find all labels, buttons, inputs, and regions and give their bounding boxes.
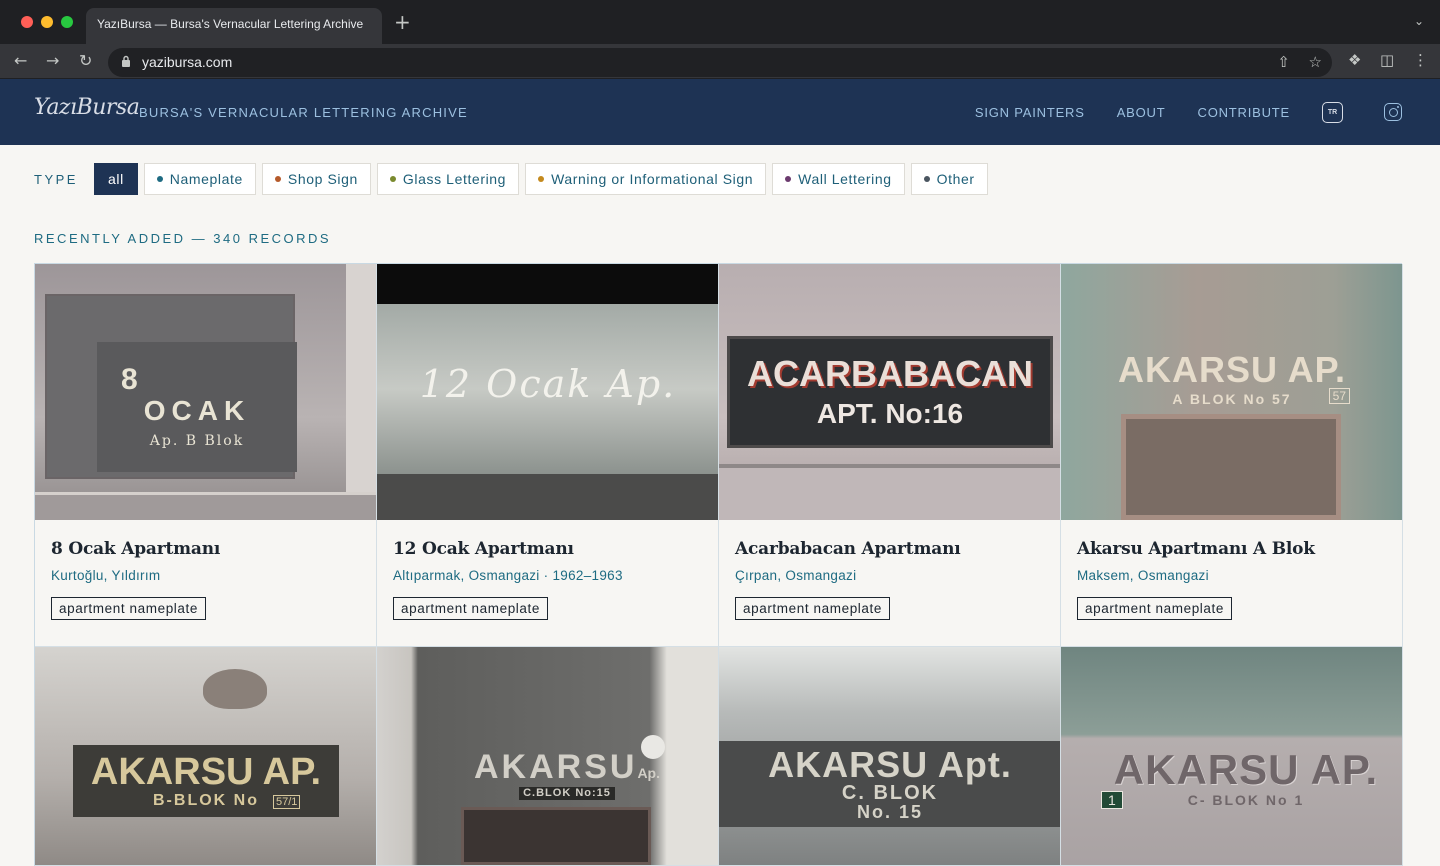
language-toggle-button[interactable]: TR xyxy=(1322,101,1343,123)
warning-sign-dot-icon xyxy=(538,176,545,182)
type-filter-bar: TYPE all Nameplate Shop Sign Glass Lette… xyxy=(34,163,994,195)
filter-chip-shop-sign[interactable]: Shop Sign xyxy=(261,163,371,195)
browser-menu-icon[interactable]: ⋮ xyxy=(1413,51,1428,69)
site-nav: SIGN PAINTERS ABOUT CONTRIBUTE TR xyxy=(975,79,1440,145)
record-title[interactable]: Acarbabacan Apartmanı xyxy=(735,539,1044,559)
site-logo[interactable]: YazıBursa xyxy=(34,95,140,120)
wall-lettering-dot-icon xyxy=(785,176,792,182)
filter-chip-warning-sign[interactable]: Warning or Informational Sign xyxy=(525,163,767,195)
filter-chip-label: Nameplate xyxy=(169,171,243,187)
nameplate-dot-icon xyxy=(156,176,163,182)
extensions-puzzle-icon[interactable]: ❖ xyxy=(1348,51,1361,69)
record-location: Çırpan, Osmangazi xyxy=(735,568,857,583)
record-photo[interactable]: 12 Ocak Ap. xyxy=(377,264,718,520)
instagram-icon[interactable] xyxy=(1384,103,1402,121)
sign-text: ACARBABACAN APT. No:16 xyxy=(727,336,1053,448)
record-photo[interactable]: 8 OCAK Ap. B Blok xyxy=(35,264,376,520)
door-number: 1 xyxy=(1101,791,1123,809)
forward-arrow-icon[interactable]: → xyxy=(46,51,59,70)
record-card[interactable]: 8 OCAK Ap. B Blok 8 Ocak Apartmanı Kurto… xyxy=(35,264,377,647)
record-title[interactable]: 8 Ocak Apartmanı xyxy=(51,539,360,559)
nav-contribute[interactable]: CONTRIBUTE xyxy=(1198,105,1291,120)
glass-lettering-dot-icon xyxy=(389,176,396,182)
filter-chip-nameplate[interactable]: Nameplate xyxy=(143,163,256,195)
close-window-button[interactable] xyxy=(21,16,33,28)
record-card[interactable]: ACARBABACAN APT. No:16 Acarbabacan Apart… xyxy=(719,264,1061,647)
records-grid: 8 OCAK Ap. B Blok 8 Ocak Apartmanı Kurto… xyxy=(34,263,1403,866)
sign-text: 8 OCAK Ap. B Blok xyxy=(97,342,297,472)
url-text: yazibursa.com xyxy=(142,54,233,70)
filter-chip-label: Glass Lettering xyxy=(402,171,507,187)
record-tag[interactable]: apartment nameplate xyxy=(51,597,206,620)
recently-added-heading: RECENTLY ADDED — 340 RECORDS xyxy=(34,231,332,246)
record-location: Altıparmak, Osmangazi · 1962–1963 xyxy=(393,568,623,583)
filter-chip-other[interactable]: Other xyxy=(910,163,988,195)
nav-sign-painters[interactable]: SIGN PAINTERS xyxy=(975,105,1085,120)
record-tag[interactable]: apartment nameplate xyxy=(735,597,890,620)
record-photo[interactable]: AKARSU Apt. C. BLOK No. 15 xyxy=(719,647,1060,865)
type-filter-label: TYPE xyxy=(34,171,78,187)
window-controls xyxy=(21,16,73,28)
back-arrow-icon[interactable]: ← xyxy=(14,51,27,70)
filter-chip-label: Wall Lettering xyxy=(798,171,892,187)
record-card[interactable]: 12 Ocak Ap. 12 Ocak Apartmanı Altıparmak… xyxy=(377,264,719,647)
bookmark-star-icon[interactable]: ☆ xyxy=(1309,53,1322,71)
record-photo[interactable]: AKARSU AP. C- BLOK No 1 1 xyxy=(1061,647,1402,865)
record-location: Maksem, Osmangazi xyxy=(1077,568,1209,583)
record-photo[interactable]: AKARSU AP. B-BLOK No 57/1 xyxy=(35,647,376,865)
filter-chip-glass-lettering[interactable]: Glass Lettering xyxy=(376,163,520,195)
record-title[interactable]: 12 Ocak Apartmanı xyxy=(393,539,702,559)
nav-about[interactable]: ABOUT xyxy=(1117,105,1166,120)
record-card[interactable]: AKARSU AP. B-BLOK No 57/1 xyxy=(35,647,377,866)
lock-icon xyxy=(122,55,130,67)
door-number: 57/1 xyxy=(273,795,301,809)
site-header: YazıBursa BURSA'S VERNACULAR LETTERING A… xyxy=(0,79,1440,145)
side-panel-icon[interactable]: ◫ xyxy=(1380,51,1394,69)
sign-text: AKARSU AP. C- BLOK No 1 xyxy=(1113,746,1379,808)
record-card[interactable]: AKARSU Apt. C. BLOK No. 15 xyxy=(719,647,1061,866)
filter-chip-label: Shop Sign xyxy=(287,171,358,187)
filter-chip-label: Warning or Informational Sign xyxy=(551,171,754,187)
record-photo[interactable]: AKARSU AP. A BLOK No 57 57 xyxy=(1061,264,1402,520)
reload-icon[interactable]: ↻ xyxy=(79,51,92,70)
record-location: Kurtoğlu, Yıldırım xyxy=(51,568,161,583)
filter-chip-wall-lettering[interactable]: Wall Lettering xyxy=(772,163,905,195)
minimize-window-button[interactable] xyxy=(41,16,53,28)
filter-chip-label: all xyxy=(107,171,124,187)
other-dot-icon xyxy=(923,176,930,182)
browser-tab-title: YazıBursa — Bursa's Vernacular Lettering… xyxy=(97,17,364,31)
record-card[interactable]: AKARSUAp. C.BLOK No:15 xyxy=(377,647,719,866)
record-tag[interactable]: apartment nameplate xyxy=(1077,597,1232,620)
record-tag[interactable]: apartment nameplate xyxy=(393,597,548,620)
record-photo[interactable]: ACARBABACAN APT. No:16 xyxy=(719,264,1060,520)
site-tagline: BURSA'S VERNACULAR LETTERING ARCHIVE xyxy=(139,105,468,120)
maximize-window-button[interactable] xyxy=(61,16,73,28)
tab-search-chevron-icon[interactable]: ⌄ xyxy=(1414,14,1424,28)
browser-tab-bar: YazıBursa — Bursa's Vernacular Lettering… xyxy=(0,0,1440,44)
record-card[interactable]: AKARSU AP. A BLOK No 57 57 Akarsu Apartm… xyxy=(1061,264,1403,647)
share-icon[interactable]: ⇧ xyxy=(1277,53,1290,71)
sign-text: AKARSU Apt. C. BLOK No. 15 xyxy=(719,741,1060,827)
sign-text: AKARSUAp. C.BLOK No:15 xyxy=(473,748,660,800)
record-card[interactable]: AKARSU AP. C- BLOK No 1 1 xyxy=(1061,647,1403,866)
sign-text: 12 Ocak Ap. xyxy=(419,362,677,406)
door-number: 57 xyxy=(1328,388,1350,404)
record-photo[interactable]: AKARSUAp. C.BLOK No:15 xyxy=(377,647,718,865)
sign-text: AKARSU AP. A BLOK No 57 xyxy=(1117,349,1347,407)
filter-chip-label: Other xyxy=(936,171,975,187)
record-title[interactable]: Akarsu Apartmanı A Blok xyxy=(1077,539,1386,559)
address-bar[interactable]: yazibursa.com ⇧ ☆ xyxy=(108,48,1332,77)
new-tab-button[interactable]: + xyxy=(394,10,411,34)
browser-tab[interactable]: YazıBursa — Bursa's Vernacular Lettering… xyxy=(86,8,382,44)
filter-chip-all[interactable]: all xyxy=(93,163,138,195)
shop-sign-dot-icon xyxy=(274,176,281,182)
browser-toolbar: ← → ↻ yazibursa.com ⇧ ☆ ❖ ◫ ⋮ xyxy=(0,44,1440,79)
